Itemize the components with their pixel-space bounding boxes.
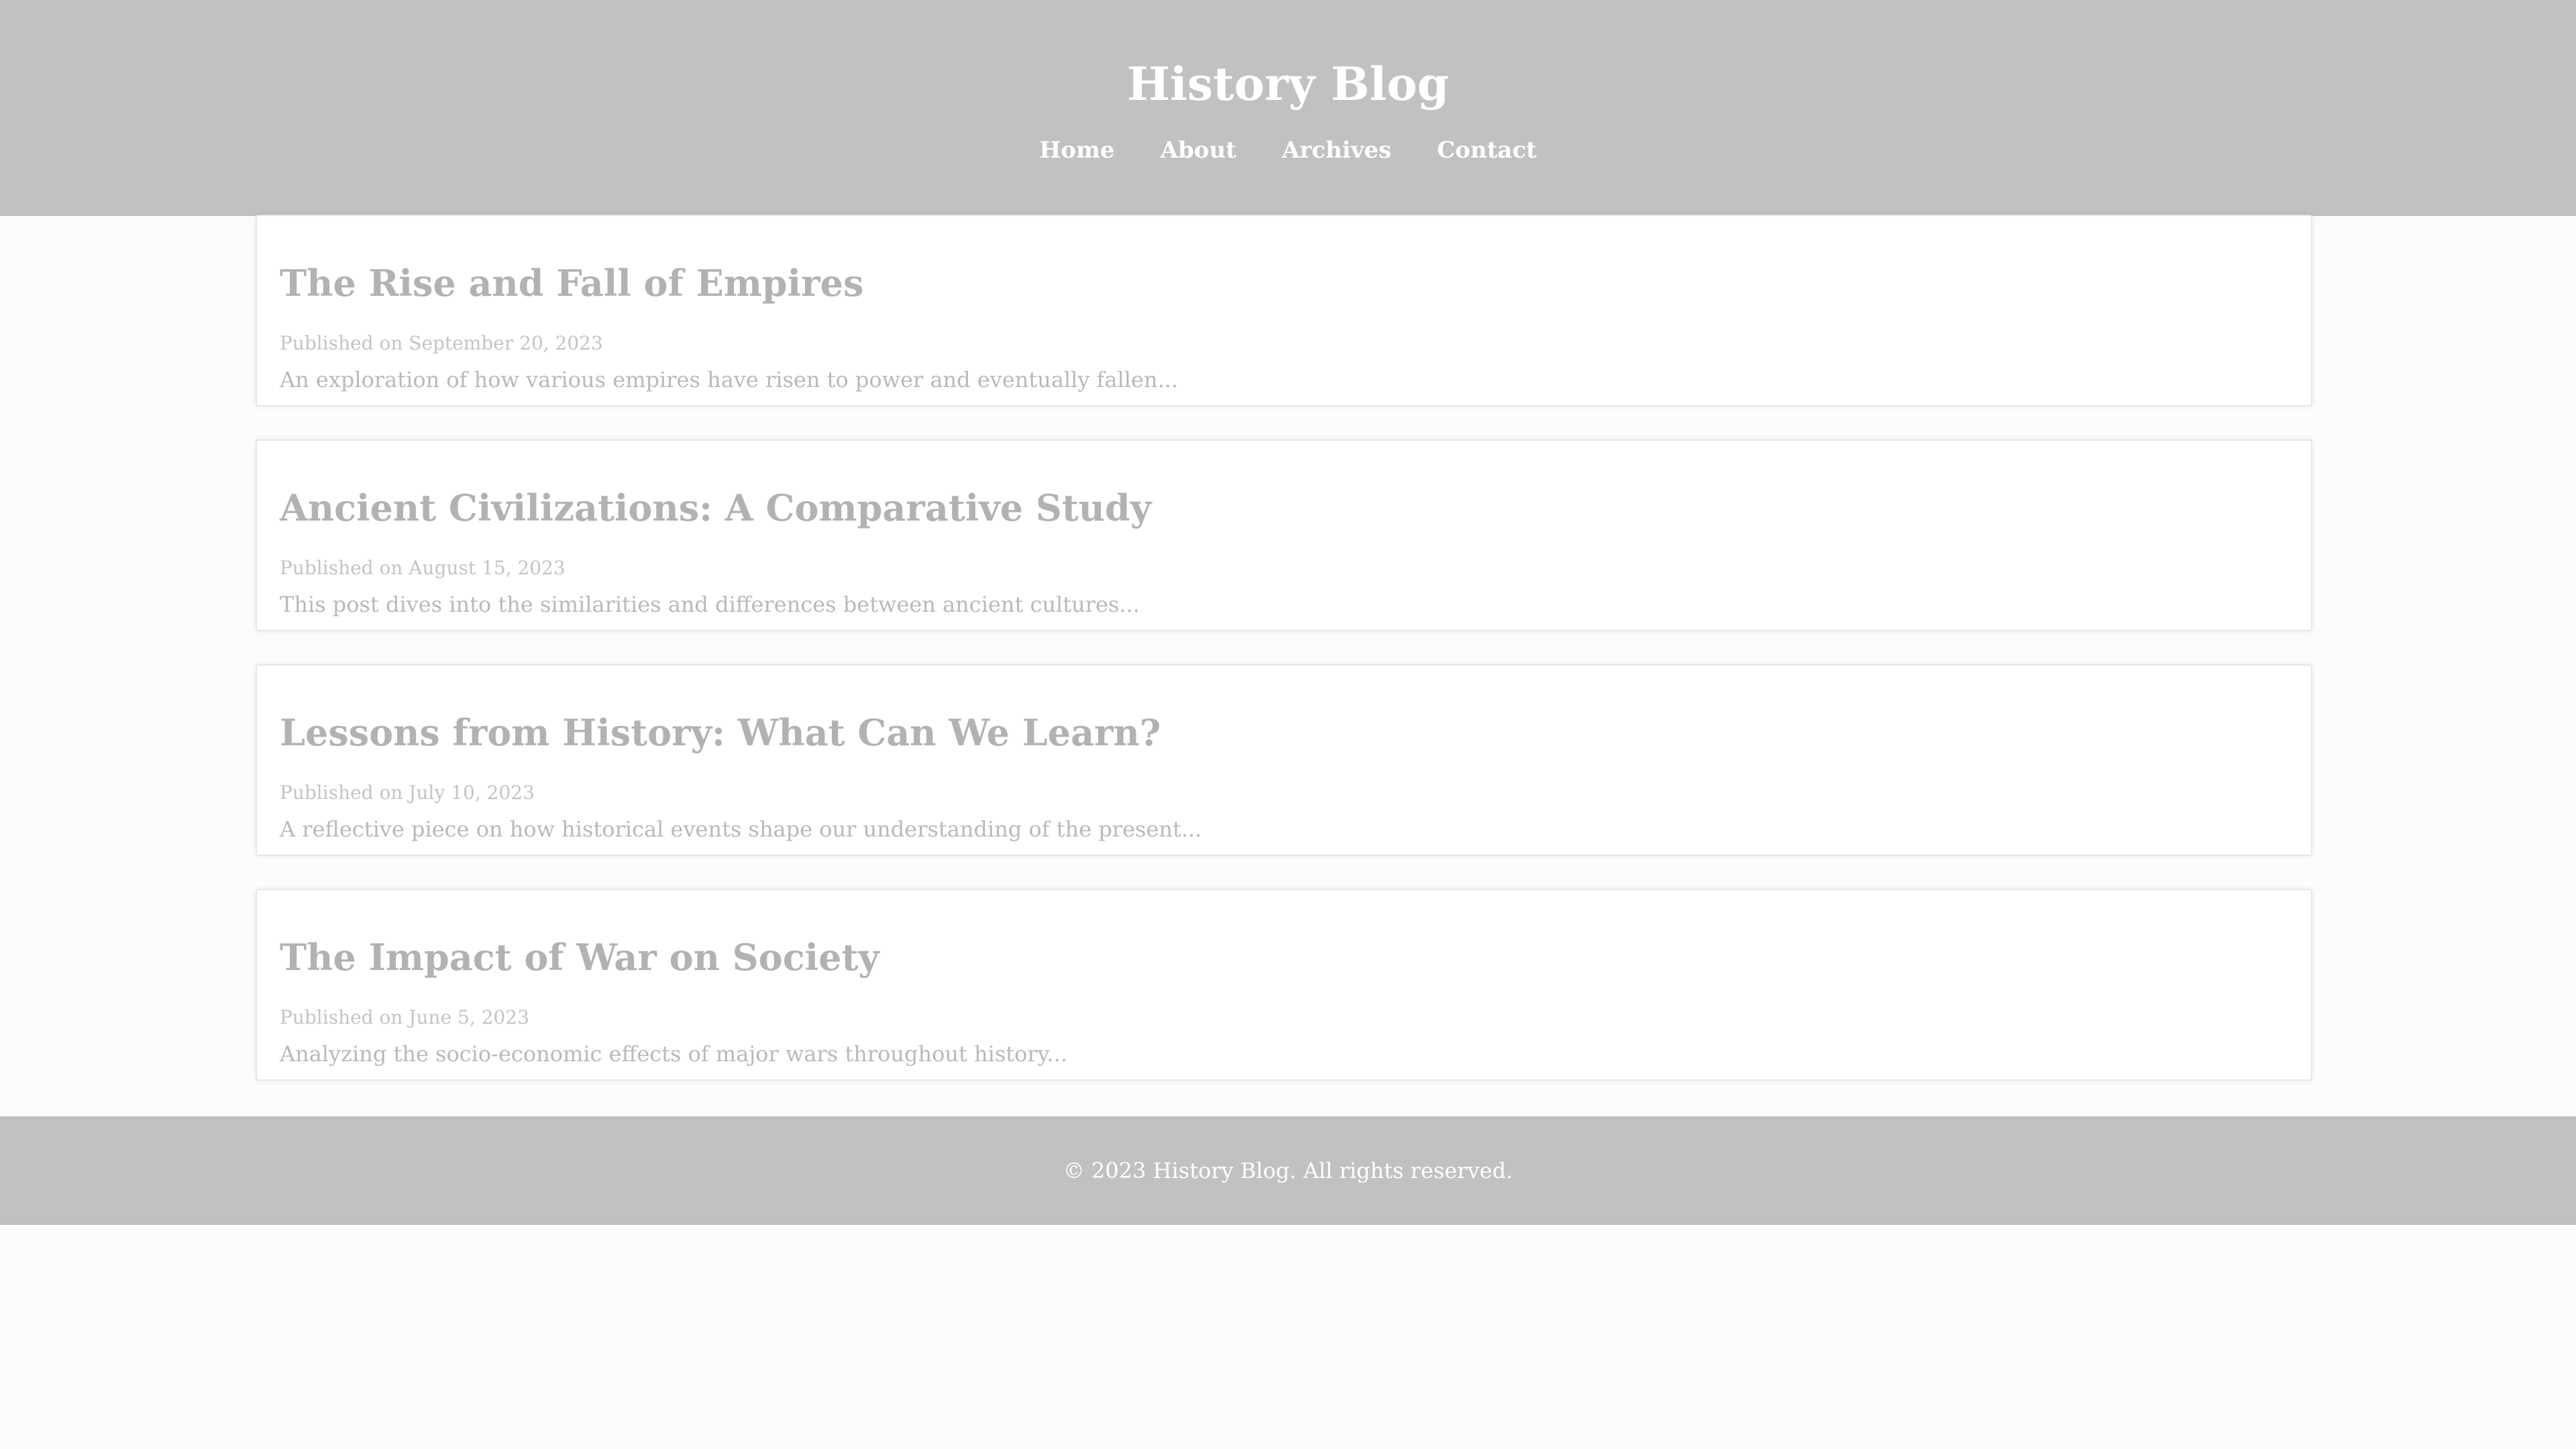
site-title[interactable]: History Blog — [0, 54, 2576, 115]
nav-archives[interactable]: Archives — [1282, 133, 1391, 168]
post-card: Ancient Civilizations: A Comparative Stu… — [256, 439, 2312, 631]
post-excerpt: An exploration of how various empires ha… — [280, 367, 1179, 392]
post-card: The Impact of War on Society Published o… — [256, 889, 2312, 1081]
nav-contact[interactable]: Contact — [1437, 133, 1537, 168]
post-date: Published on June 5, 2023 — [280, 1006, 529, 1028]
post-excerpt: Analyzing the socio-economic effects of … — [280, 1041, 1068, 1067]
post-date: Published on August 15, 2023 — [280, 557, 566, 579]
copyright-text: © 2023 History Blog. All rights reserved… — [1063, 1158, 1513, 1183]
post-date: Published on September 20, 2023 — [280, 332, 603, 354]
post-title[interactable]: Lessons from History: What Can We Learn? — [280, 708, 1161, 757]
post-card: Lessons from History: What Can We Learn?… — [256, 664, 2312, 856]
post-excerpt: This post dives into the similarities an… — [280, 592, 1140, 617]
post-card: The Rise and Fall of Empires Published o… — [256, 215, 2312, 407]
post-title[interactable]: The Rise and Fall of Empires — [280, 259, 863, 307]
site-footer: © 2023 History Blog. All rights reserved… — [0, 1116, 2576, 1225]
nav-about[interactable]: About — [1161, 133, 1236, 168]
main-nav: Home About Archives Contact — [0, 133, 2576, 168]
post-title[interactable]: The Impact of War on Society — [280, 933, 879, 981]
post-title[interactable]: Ancient Civilizations: A Comparative Stu… — [280, 484, 1151, 532]
post-date: Published on July 10, 2023 — [280, 782, 535, 804]
nav-home[interactable]: Home — [1039, 133, 1114, 168]
site-header: History Blog Home About Archives Contact — [0, 0, 2576, 216]
post-excerpt: A reflective piece on how historical eve… — [280, 816, 1202, 842]
